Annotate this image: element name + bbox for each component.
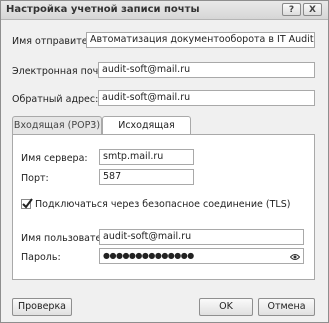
tls-label[interactable]: Подключаться через безопасное соединение… (35, 199, 290, 210)
tls-checkbox[interactable] (21, 198, 33, 209)
tab-incoming-pop3[interactable]: Входящая (POP3) (12, 116, 102, 134)
tab-outgoing-smtp[interactable]: Исходящая (SMTP) (102, 116, 191, 149)
check-button[interactable]: Проверка (12, 298, 72, 316)
cancel-button[interactable]: Отмена (258, 298, 315, 316)
title-bar: Настройка учетной записи почты ? X (1, 1, 328, 20)
server-label: Имя сервера: (21, 153, 88, 164)
window-title: Настройка учетной записи почты (6, 4, 200, 15)
port-field[interactable]: 587 (99, 169, 194, 185)
close-button[interactable]: X (303, 3, 322, 16)
reply-to-label: Обратный адрес: (12, 94, 99, 105)
reply-to-field[interactable]: audit-soft@mail.ru (98, 90, 315, 106)
smtp-server-field[interactable]: smtp.mail.ru (99, 149, 194, 165)
username-field[interactable]: audit-soft@mail.ru (99, 229, 304, 245)
password-mask: ●●●●●●●●●●●●●● (103, 251, 194, 260)
password-field[interactable]: ●●●●●●●●●●●●●● (99, 248, 304, 264)
checkmark-icon (22, 198, 33, 209)
help-button[interactable]: ? (282, 3, 301, 16)
eye-icon[interactable] (289, 252, 301, 263)
port-label: Порт: (21, 173, 49, 184)
email-field[interactable]: audit-soft@mail.ru (98, 62, 315, 78)
ok-button[interactable]: OK (199, 298, 253, 316)
sender-name-field[interactable]: Автоматизация документооборота в IT Audi… (86, 32, 315, 48)
password-label: Пароль: (21, 252, 61, 263)
